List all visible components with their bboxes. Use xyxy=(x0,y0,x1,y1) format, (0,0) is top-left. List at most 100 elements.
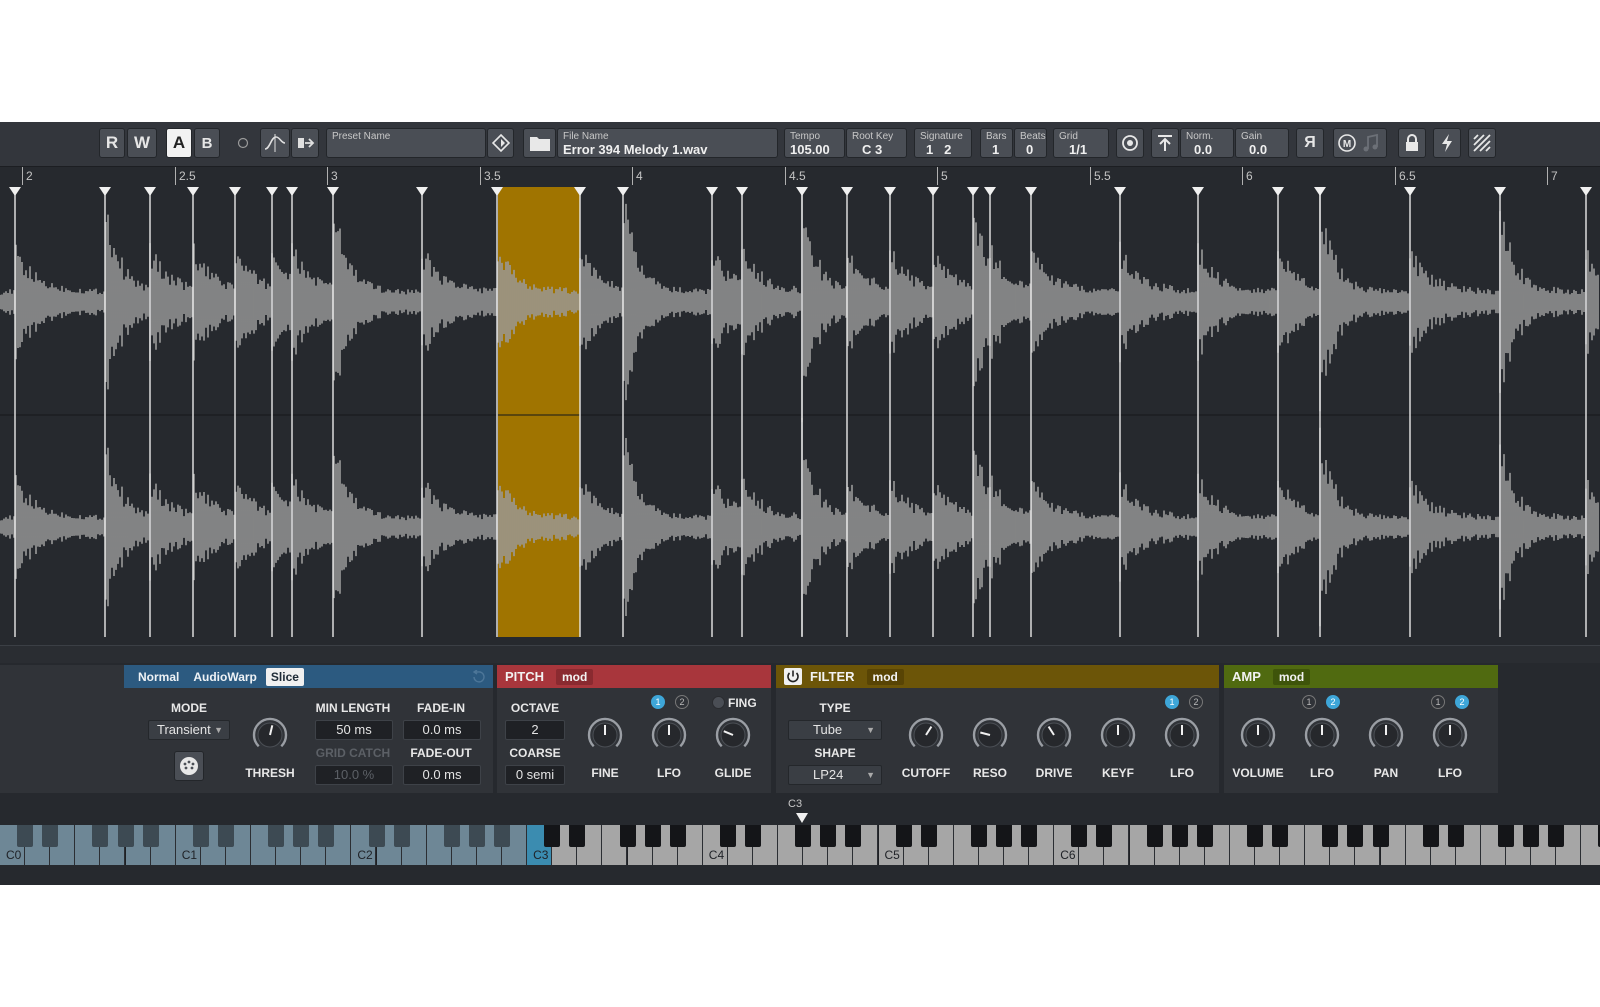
mode-select[interactable]: Transient ▼ xyxy=(148,720,230,740)
normalize-field[interactable]: Norm. 0.0 xyxy=(1180,128,1234,158)
slice-marker-handle[interactable] xyxy=(416,187,428,196)
piano-black-key[interactable] xyxy=(368,825,385,847)
piano-black-key[interactable] xyxy=(318,825,335,847)
piano-black-key[interactable] xyxy=(1171,825,1188,847)
slice-marker-handle[interactable] xyxy=(99,187,111,196)
glide-knob[interactable] xyxy=(713,715,753,755)
grid-catch-field[interactable]: 10.0 % xyxy=(315,765,393,785)
piano-black-key[interactable] xyxy=(895,825,912,847)
filter-power-button[interactable] xyxy=(784,668,802,685)
piano-black-key[interactable] xyxy=(719,825,736,847)
piano-black-key[interactable] xyxy=(845,825,862,847)
piano-black-key[interactable] xyxy=(1347,825,1364,847)
piano-black-key[interactable] xyxy=(117,825,134,847)
piano-black-key[interactable] xyxy=(192,825,209,847)
piano-black-key[interactable] xyxy=(795,825,812,847)
slice-marker-handle[interactable] xyxy=(796,187,808,196)
filter-shape-select[interactable]: LP24 ▼ xyxy=(788,765,882,785)
slice-marker-handle[interactable] xyxy=(286,187,298,196)
piano-black-key[interactable] xyxy=(468,825,485,847)
beats-field[interactable]: Beats 0 xyxy=(1014,128,1047,158)
cutoff-knob[interactable] xyxy=(906,715,946,755)
piano-black-key[interactable] xyxy=(1498,825,1514,847)
piano-black-key[interactable] xyxy=(1071,825,1088,847)
filter-mod-button[interactable]: mod xyxy=(866,668,904,685)
slice-marker-handle[interactable] xyxy=(1114,187,1126,196)
tab-audiowarp[interactable]: AudioWarp xyxy=(188,668,262,686)
preset-tag-button[interactable] xyxy=(487,128,514,158)
grid-field[interactable]: Grid 1/1 xyxy=(1053,128,1109,158)
volume-knob[interactable] xyxy=(1238,715,1278,755)
piano-black-key[interactable] xyxy=(544,825,561,847)
pan-knob[interactable] xyxy=(1366,715,1406,755)
slice-midi-button[interactable] xyxy=(174,751,204,781)
waveform-display[interactable] xyxy=(0,187,1600,645)
tab-normal[interactable]: Normal xyxy=(133,668,184,686)
slice-marker-handle[interactable] xyxy=(927,187,939,196)
pitch-mod-1-indicator[interactable]: 1 xyxy=(651,695,665,709)
amp-lfo1-mod-1-indicator[interactable]: 1 xyxy=(1302,695,1316,709)
write-automation-button[interactable]: W xyxy=(127,128,157,158)
piano-black-key[interactable] xyxy=(1196,825,1213,847)
piano-black-key[interactable] xyxy=(669,825,686,847)
slice-marker-handle[interactable] xyxy=(1272,187,1284,196)
open-file-button[interactable] xyxy=(523,128,556,158)
hatch-button[interactable] xyxy=(1468,128,1496,158)
piano-black-key[interactable] xyxy=(268,825,285,847)
slice-marker-handle[interactable] xyxy=(187,187,199,196)
gain-field[interactable]: Gain 0.0 xyxy=(1235,128,1289,158)
file-name-field[interactable]: File Name Error 394 Melody 1.wav xyxy=(557,128,778,158)
panel-splitter[interactable] xyxy=(0,645,1600,663)
min-length-field[interactable]: 50 ms xyxy=(315,720,393,740)
preset-name-field[interactable]: Preset Name xyxy=(326,128,486,158)
snap-button[interactable] xyxy=(291,128,319,158)
piano-black-key[interactable] xyxy=(393,825,410,847)
piano-black-key[interactable] xyxy=(569,825,586,847)
piano-black-key[interactable] xyxy=(619,825,636,847)
fade-out-field[interactable]: 0.0 ms xyxy=(403,765,481,785)
b-compare-button[interactable]: B xyxy=(194,128,220,158)
piano-keyboard[interactable]: C0 C1 C2 C3 C4 C5 C6 xyxy=(0,825,1600,865)
piano-black-key[interactable] xyxy=(1523,825,1540,847)
slice-marker-handle[interactable] xyxy=(884,187,896,196)
piano-black-key[interactable] xyxy=(1146,825,1163,847)
filter-type-select[interactable]: Tube ▼ xyxy=(788,720,882,740)
piano-black-key[interactable] xyxy=(1021,825,1038,847)
undo-icon[interactable] xyxy=(471,670,485,684)
reso-knob[interactable] xyxy=(970,715,1010,755)
coarse-field[interactable]: 0 semi xyxy=(505,765,565,785)
slice-marker-handle[interactable] xyxy=(736,187,748,196)
amp-lfo1-knob[interactable] xyxy=(1302,715,1342,755)
piano-black-key[interactable] xyxy=(293,825,310,847)
lock-button[interactable] xyxy=(1398,128,1426,158)
slice-marker-handle[interactable] xyxy=(1494,187,1506,196)
root-key-field[interactable]: Root Key C 3 xyxy=(846,128,907,158)
amp-lfo2-mod-1-indicator[interactable]: 1 xyxy=(1431,695,1445,709)
bars-field[interactable]: Bars 1 xyxy=(980,128,1013,158)
signature-field[interactable]: Signature 1 2 xyxy=(914,128,972,158)
amp-lfo1-mod-2-indicator[interactable]: 2 xyxy=(1326,695,1340,709)
timeline-ruler[interactable]: 2 2.5 3 3.5 4 4.5 5 5.5 6 6.5 7 xyxy=(0,167,1600,187)
tempo-field[interactable]: Tempo 105.00 xyxy=(784,128,845,158)
piano-black-key[interactable] xyxy=(142,825,159,847)
drive-knob[interactable] xyxy=(1034,715,1074,755)
piano-black-key[interactable] xyxy=(1447,825,1464,847)
slice-marker-handle[interactable] xyxy=(266,187,278,196)
slice-marker-handle[interactable] xyxy=(617,187,629,196)
selected-slice[interactable] xyxy=(498,187,580,637)
slice-marker-handle[interactable] xyxy=(1404,187,1416,196)
piano-black-key[interactable] xyxy=(494,825,510,847)
fingered-toggle[interactable] xyxy=(712,696,725,709)
slice-marker-handle[interactable] xyxy=(841,187,853,196)
lightning-button[interactable] xyxy=(1433,128,1461,158)
piano-black-key[interactable] xyxy=(1247,825,1263,847)
piano-black-key[interactable] xyxy=(920,825,937,847)
piano-black-key[interactable] xyxy=(745,825,761,847)
thresh-knob[interactable] xyxy=(250,715,290,755)
slice-marker-handle[interactable] xyxy=(1314,187,1326,196)
slice-marker-handle[interactable] xyxy=(1025,187,1037,196)
keyf-knob[interactable] xyxy=(1098,715,1138,755)
slice-marker-handle[interactable] xyxy=(967,187,979,196)
read-automation-button[interactable]: R xyxy=(99,128,125,158)
root-key-marker-icon[interactable] xyxy=(796,813,808,823)
